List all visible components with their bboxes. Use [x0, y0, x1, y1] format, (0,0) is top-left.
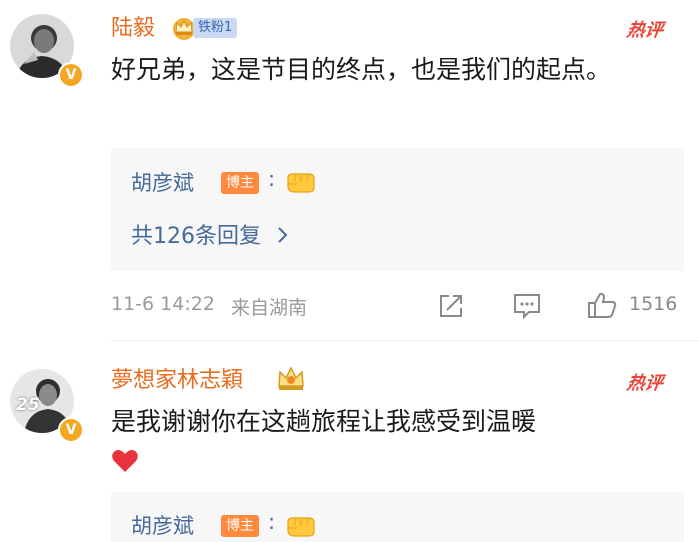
comment-text: 是我谢谢你在这趟旅程让我感受到温暖 [111, 407, 537, 436]
blogger-tag: 博主 [221, 515, 259, 537]
fist-emoji [287, 173, 315, 193]
like-count: 1516 [629, 293, 678, 315]
verified-v-icon: V [58, 417, 84, 443]
crown-icon[interactable] [275, 364, 307, 394]
avatar-badge-number: 25 [16, 395, 40, 415]
reply-preview-box[interactable]: 胡彦斌 博主 : [111, 492, 684, 542]
thumbs-up-icon [588, 292, 617, 318]
username[interactable]: 陆毅 [111, 14, 155, 44]
view-replies-link[interactable]: 共126条回复 [131, 218, 290, 250]
chevron-right-icon [278, 227, 288, 243]
like-button[interactable]: 1516 [586, 288, 690, 322]
reply-colon: : [268, 510, 276, 534]
comment-text: 好兄弟，这是节目的终点，也是我们的起点。 [111, 55, 612, 84]
share-icon[interactable] [437, 292, 465, 320]
hot-comment-label: 热评 [625, 373, 665, 394]
red-heart-emoji [112, 450, 138, 472]
comment-icon[interactable] [512, 292, 542, 320]
fist-emoji [287, 517, 315, 537]
verified-v-icon: V [58, 62, 84, 88]
hot-comment-label: 热评 [625, 20, 665, 41]
reply-preview-box[interactable]: 胡彦斌 博主 : 共126条回复 [111, 148, 684, 271]
reply-author[interactable]: 胡彦斌 [131, 510, 194, 540]
comment-timestamp: 11-6 14:22 [111, 293, 215, 315]
fan-level-label: 铁粉1 [193, 18, 238, 38]
blogger-tag: 博主 [221, 172, 259, 194]
reply-author[interactable]: 胡彦斌 [131, 167, 194, 197]
comment-divider [111, 340, 699, 341]
reply-colon: : [268, 167, 276, 191]
comment-source: 来自湖南 [231, 297, 308, 319]
username[interactable]: 夢想家林志穎 [111, 366, 243, 396]
fan-badge[interactable]: 铁粉1 [169, 15, 245, 41]
view-replies-label: 共126条回复 [131, 224, 261, 249]
